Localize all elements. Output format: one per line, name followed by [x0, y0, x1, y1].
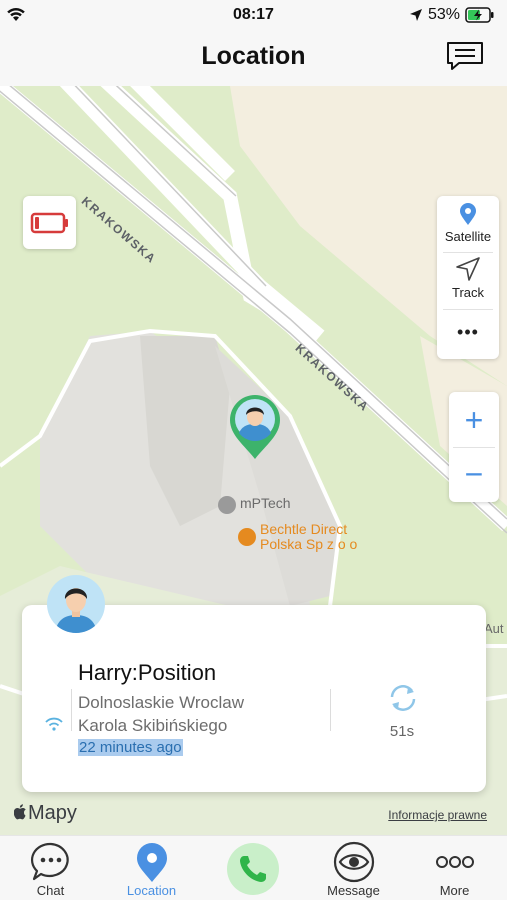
card-address-line2: Karola Skibińskiego — [78, 716, 228, 735]
poi-mptech[interactable]: mPTech — [218, 496, 291, 514]
status-right: 53% — [409, 6, 495, 24]
legal-info-link[interactable]: Informacje prawne — [388, 808, 487, 822]
satellite-pin-icon — [460, 203, 476, 225]
tab-location[interactable]: Location — [101, 836, 202, 900]
poi-bechtle-line1: Bechtle Direct — [260, 521, 348, 537]
person-avatar-icon — [55, 588, 97, 633]
zoom-in-button[interactable]: + — [449, 400, 499, 440]
card-title: Harry:Position — [78, 660, 217, 685]
avatar — [47, 575, 105, 633]
zoom-out-button[interactable]: − — [449, 454, 499, 494]
chat-bubble-icon — [30, 842, 69, 881]
tab-more-label: More — [439, 883, 470, 898]
location-pin-icon — [137, 843, 167, 882]
car-icon — [238, 528, 256, 546]
message-list-icon[interactable] — [445, 40, 485, 72]
map-controls: Satellite Track ••• — [437, 196, 499, 359]
card-address-line1: Dolnoslaskie Wroclaw — [78, 693, 244, 712]
maps-logo-text: Mapy — [28, 802, 77, 824]
satellite-button[interactable]: Satellite — [437, 196, 499, 248]
more-options-button[interactable]: ••• — [437, 322, 499, 343]
more-dots-icon — [436, 856, 474, 868]
zoom-controls: + − — [449, 392, 499, 502]
user-location-marker[interactable] — [228, 393, 282, 461]
building-icon — [218, 496, 236, 514]
status-bar: 08:17 53% — [0, 0, 507, 30]
location-info-card[interactable]: Harry:Position Dolnoslaskie Wroclaw Karo… — [22, 605, 486, 792]
track-arrow-icon — [456, 257, 480, 281]
tab-message[interactable]: Message — [303, 836, 404, 900]
eye-icon — [333, 841, 375, 883]
battery-percent: 53% — [427, 6, 460, 23]
satellite-label: Satellite — [444, 229, 492, 244]
wifi-signal-icon — [45, 717, 63, 731]
tab-chat[interactable]: Chat — [0, 836, 101, 900]
refresh-icon[interactable] — [386, 683, 420, 713]
page-title: Location — [201, 42, 306, 70]
tab-message-label: Message — [327, 883, 380, 898]
phone-icon — [227, 843, 279, 895]
card-left-divider — [71, 689, 72, 731]
tab-more[interactable]: More — [404, 836, 505, 900]
track-label: Track — [451, 285, 485, 300]
nav-bar: Location — [0, 30, 507, 86]
location-arrow-icon — [409, 9, 422, 21]
control-divider — [443, 309, 493, 310]
refresh-countdown: 51s — [389, 723, 415, 740]
tab-location-label: Location — [126, 883, 177, 898]
battery-charging-icon — [465, 7, 494, 23]
tab-bar: Chat Location Message More — [0, 835, 507, 900]
maps-logo: Mapy — [13, 802, 77, 825]
apple-logo-icon — [13, 804, 26, 820]
battery-low-icon — [30, 212, 68, 233]
tab-chat-label: Chat — [36, 883, 65, 898]
card-right-divider — [330, 689, 331, 731]
poi-bechtle[interactable]: Bechtle Direct Polska Sp z o o — [238, 522, 357, 552]
poi-bechtle-line2: Polska Sp z o o — [260, 536, 358, 552]
card-time-ago: 22 minutes ago — [78, 739, 183, 756]
edge-label-aut: Aut — [484, 621, 504, 636]
track-button[interactable]: Track — [437, 253, 499, 305]
zoom-divider — [453, 447, 495, 448]
tab-call[interactable] — [202, 836, 303, 900]
battery-status-button[interactable] — [23, 196, 76, 249]
poi-mptech-label: mPTech — [240, 495, 291, 511]
